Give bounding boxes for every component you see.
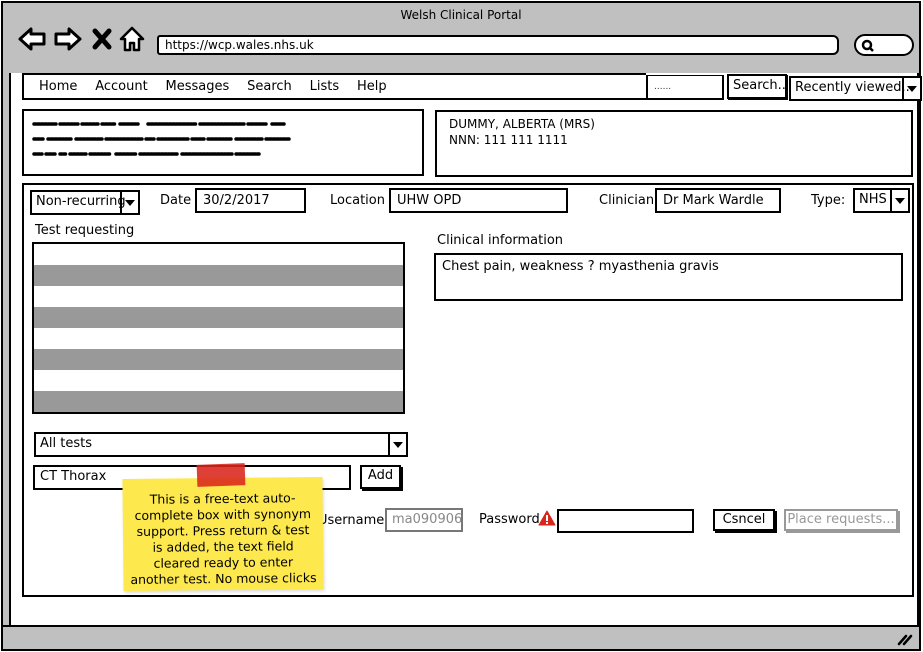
patient-banner-notes: [22, 109, 424, 176]
test-list-row[interactable]: [34, 244, 403, 265]
browser-search-box[interactable]: [854, 34, 914, 56]
username-label: Username: [318, 513, 385, 528]
patient-details-panel: DUMMY, ALBERTA (MRS) NNN: 111 111 1111: [435, 110, 913, 177]
window-title: Welsh Clinical Portal: [400, 8, 522, 22]
chevron-down-icon: [120, 192, 138, 213]
test-requesting-label: Test requesting: [35, 223, 135, 238]
home-icon[interactable]: [118, 25, 146, 53]
clinician-label: Clinician: [599, 193, 655, 208]
test-requesting-list[interactable]: [32, 242, 405, 414]
test-list-row[interactable]: [34, 391, 403, 412]
menu-item-home[interactable]: Home: [39, 75, 77, 99]
recurrence-dropdown[interactable]: Non-recurring: [30, 190, 140, 215]
cancel-button[interactable]: Csncel: [713, 509, 775, 531]
resize-grip-icon[interactable]: [897, 632, 913, 646]
search-icon: [861, 39, 874, 52]
username-field[interactable]: ma090906: [385, 508, 463, 532]
url-text: https://wcp.wales.nhs.uk: [165, 38, 314, 52]
chevron-down-icon: [890, 190, 908, 211]
test-filter-dropdown[interactable]: All tests: [34, 432, 408, 457]
menu-item-lists[interactable]: Lists: [310, 75, 340, 99]
menu-item-help[interactable]: Help: [357, 75, 387, 99]
quick-search-input[interactable]: ......: [646, 75, 724, 100]
test-list-row[interactable]: [34, 307, 403, 328]
chevron-down-icon: [388, 434, 406, 455]
location-label: Location: [330, 193, 385, 208]
type-dropdown[interactable]: NHS: [853, 188, 910, 213]
back-arrow-icon[interactable]: [17, 25, 47, 53]
sticky-tape: [196, 463, 246, 487]
type-label: Type:: [811, 193, 846, 208]
location-field[interactable]: UHW OPD: [389, 188, 568, 213]
clinician-field[interactable]: Dr Mark Wardle: [655, 188, 781, 213]
test-list-row[interactable]: [34, 286, 403, 307]
recently-viewed-dropdown[interactable]: Recently viewed...: [789, 76, 922, 101]
date-label: Date: [160, 193, 192, 208]
patient-nnn: NNN: 111 111 1111: [449, 133, 568, 147]
password-label: Password: [479, 512, 540, 527]
main-menu: Home Account Messages Search Lists Help: [22, 73, 646, 100]
menu-item-messages[interactable]: Messages: [166, 75, 230, 99]
chevron-down-icon: [902, 78, 920, 99]
menu-item-account[interactable]: Account: [95, 75, 148, 99]
clinical-info-textarea[interactable]: Chest pain, weakness ? myasthenia gravis: [434, 253, 903, 301]
scribble-text: [32, 122, 292, 156]
clinical-info-label: Clinical information: [437, 233, 564, 248]
test-list-row[interactable]: [34, 328, 403, 349]
warning-icon: [538, 510, 556, 526]
patient-name: DUMMY, ALBERTA (MRS): [449, 117, 595, 131]
add-test-button[interactable]: Add: [360, 465, 401, 489]
forward-arrow-icon[interactable]: [53, 25, 83, 53]
stop-icon[interactable]: [91, 25, 113, 53]
url-bar[interactable]: https://wcp.wales.nhs.uk: [157, 35, 839, 55]
sticky-note: This is a free-text auto- complete box w…: [122, 476, 324, 592]
sticky-line: another test. No mouse clicks: [130, 570, 317, 587]
password-field[interactable]: [557, 509, 694, 533]
status-bar: [3, 625, 919, 649]
date-field[interactable]: 30/2/2017: [195, 188, 306, 213]
test-list-row[interactable]: [34, 370, 403, 391]
quick-search-button[interactable]: Search...: [727, 74, 787, 99]
place-requests-button[interactable]: Place requests...: [784, 509, 898, 531]
menu-item-search[interactable]: Search: [247, 75, 292, 99]
test-list-row[interactable]: [34, 265, 403, 286]
test-list-row[interactable]: [34, 349, 403, 370]
